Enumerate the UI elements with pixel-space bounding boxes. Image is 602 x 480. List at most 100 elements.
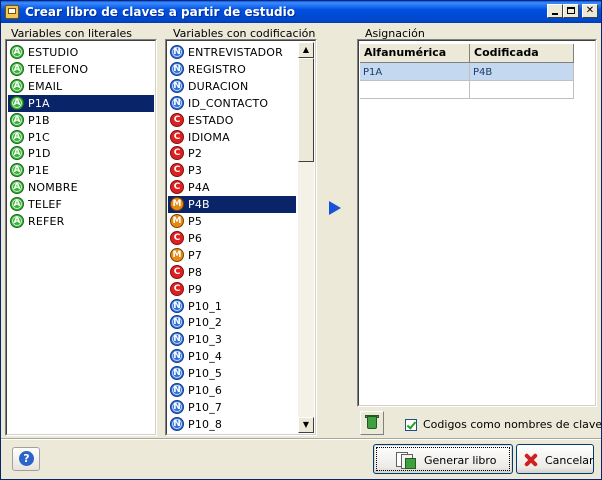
list-item[interactable]: M P4B [168, 196, 296, 214]
list-item-label: P10_2 [188, 316, 223, 330]
minimize-button[interactable] [547, 4, 563, 18]
cancel-button[interactable]: Cancelar [516, 444, 594, 474]
list-item[interactable]: M P5 [168, 213, 296, 230]
list-item[interactable]: A P1C [8, 129, 154, 146]
list-item[interactable]: C P3 [168, 162, 296, 179]
maximize-button[interactable] [563, 4, 579, 18]
scroll-down-button[interactable]: ▼ [298, 417, 314, 433]
assignment-grid[interactable]: Alfanumérica Codificada P1A P4B [357, 39, 597, 407]
list-item[interactable]: C P6 [168, 230, 296, 247]
variable-type-n-icon: N [170, 366, 184, 381]
list-item-label: REFER [28, 215, 65, 228]
coded-list-scrollbar[interactable]: ▲ ▼ [298, 42, 314, 433]
variable-type-m-icon: M [170, 197, 184, 212]
list-item[interactable]: C IDIOMA [168, 129, 296, 146]
variable-type-a-icon: A [10, 214, 24, 228]
list-item[interactable]: C P8 [168, 264, 296, 281]
variable-type-c-icon: C [170, 163, 184, 178]
variable-type-a-icon: A [10, 197, 24, 212]
grid-header: Alfanumérica Codificada [360, 44, 574, 63]
list-item[interactable]: A TELEFONO [8, 61, 154, 78]
generate-book-label: Generar libro [424, 454, 497, 467]
list-item-label: IDIOMA [188, 130, 230, 144]
list-item-label: P10_5 [188, 367, 223, 381]
variable-type-m-icon: M [170, 247, 184, 262]
list-item[interactable]: C P9 [168, 281, 296, 298]
list-item-label: NOMBRE [28, 181, 78, 195]
red-x-icon [523, 452, 539, 468]
list-item[interactable]: A P1D [8, 145, 154, 162]
list-item[interactable]: N REGISTRO [168, 61, 296, 78]
list-item[interactable]: C ESTADO [168, 112, 296, 129]
column-header-alfanumerica[interactable]: Alfanumérica [360, 44, 470, 62]
list-item[interactable]: A REFER [8, 213, 154, 230]
list-item[interactable]: N DURACION [168, 78, 296, 95]
variable-type-c-icon: C [170, 230, 184, 245]
codes-as-keys-checkbox[interactable] [405, 419, 417, 431]
window-title: Crear libro de claves a partir de estudi… [25, 5, 295, 19]
variable-type-a-icon: A [10, 180, 24, 195]
list-item[interactable]: N P10_8 [168, 416, 296, 433]
list-item-label: P5 [188, 215, 203, 228]
list-item-label: P1A [28, 96, 50, 110]
codes-as-keys-label[interactable]: Codigos como nombres de clave [423, 418, 602, 431]
list-item[interactable]: N P10_5 [168, 365, 296, 382]
assign-button[interactable] [323, 197, 345, 219]
table-row[interactable] [360, 81, 574, 99]
list-item-label: P3 [188, 164, 203, 178]
list-item[interactable]: N P10_3 [168, 331, 296, 348]
list-item[interactable]: N P10_1 [168, 298, 296, 315]
table-row[interactable]: P1A P4B [360, 63, 574, 81]
list-item[interactable]: A P1E [8, 162, 154, 179]
list-item-label: P10_3 [188, 333, 223, 347]
generate-book-button[interactable]: Generar libro [373, 444, 513, 474]
variable-type-n-icon: N [170, 416, 184, 431]
list-item[interactable]: N P10_2 [168, 314, 296, 331]
literals-list[interactable]: A ESTUDIO A TELEFONO A EMAIL A P1A A P1B A P1C A P1D A… [5, 39, 157, 436]
variable-type-n-icon: N [170, 332, 184, 347]
cell-codificada[interactable]: P4B [470, 63, 574, 81]
list-item[interactable]: C P2 [168, 145, 296, 162]
cell-codificada[interactable] [470, 81, 574, 99]
list-item[interactable]: A P1A [8, 94, 154, 112]
list-item[interactable]: A NOMBRE [8, 179, 154, 196]
list-item-label: P7 [188, 248, 203, 262]
coded-list[interactable]: ▲ ▼ N ENTREVISTADOR N REGISTRO N DURACION N ID_… [165, 39, 317, 436]
scroll-thumb[interactable] [298, 58, 314, 162]
variable-type-n-icon: N [170, 45, 184, 59]
list-item[interactable]: C P4A [168, 179, 296, 196]
list-item-label: P10_1 [188, 299, 223, 313]
list-item[interactable]: N ENTREVISTADOR [168, 44, 296, 61]
list-item[interactable]: A P1B [8, 112, 154, 129]
close-button[interactable]: ✕ [582, 4, 598, 18]
list-item-label: P4B [188, 198, 210, 212]
column-header-codificada[interactable]: Codificada [470, 44, 574, 62]
list-item[interactable]: A TELEF [8, 196, 154, 213]
variable-type-n-icon: N [170, 349, 184, 364]
list-item[interactable]: A ESTUDIO [8, 44, 154, 61]
help-button[interactable] [12, 447, 40, 471]
list-item[interactable]: A EMAIL [8, 78, 154, 95]
delete-assignment-button[interactable] [360, 411, 384, 435]
variable-type-n-icon: N [170, 78, 184, 93]
list-item-label: TELEF [28, 198, 63, 212]
variable-type-c-icon: C [170, 129, 184, 144]
list-item-label: P9 [188, 282, 203, 296]
list-item[interactable]: N P10_6 [168, 382, 296, 399]
list-item-label: P10_8 [188, 417, 223, 431]
title-bar[interactable]: Crear libro de claves a partir de estudi… [1, 1, 601, 23]
list-item[interactable]: N P10_4 [168, 348, 296, 365]
variable-type-c-icon: C [170, 180, 184, 195]
list-item[interactable]: N ID_CONTACTO [168, 95, 296, 112]
list-item[interactable]: N P10_7 [168, 399, 296, 416]
scroll-up-button[interactable]: ▲ [298, 42, 314, 58]
variable-type-a-icon: A [10, 112, 24, 127]
variable-type-a-icon: A [10, 95, 24, 110]
variable-type-n-icon: N [170, 315, 184, 330]
cell-alfanumerica[interactable] [360, 81, 470, 99]
cell-alfanumerica[interactable]: P1A [360, 63, 470, 81]
list-item-label: P10_4 [188, 350, 223, 364]
list-item-label: REGISTRO [188, 62, 246, 76]
variable-type-m-icon: M [170, 214, 184, 228]
list-item[interactable]: M P7 [168, 247, 296, 264]
